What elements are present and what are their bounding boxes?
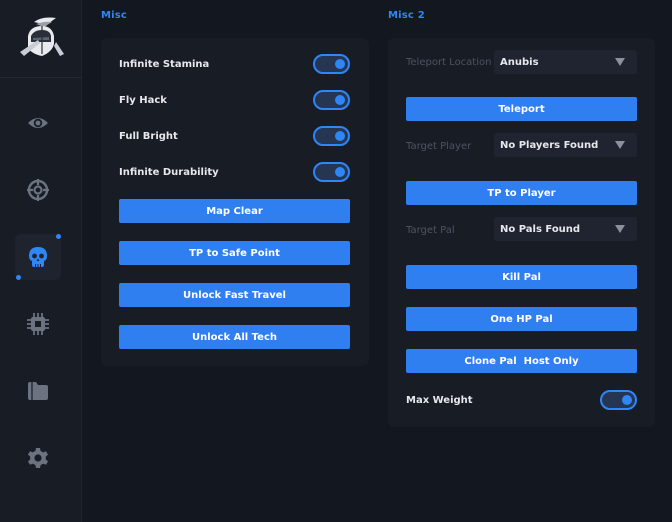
misc2-panel: Teleport Location Anubis Teleport Target…	[388, 38, 655, 427]
max-weight-label: Max Weight	[406, 395, 473, 406]
knight-logo-icon	[20, 17, 64, 56]
nav-misc[interactable]	[15, 234, 61, 280]
active-indicator-dot	[56, 234, 61, 239]
nav-aimbot[interactable]	[15, 167, 61, 213]
active-indicator-dot	[16, 275, 21, 280]
target-player-value: No Players Found	[500, 139, 599, 151]
full-bright-toggle[interactable]	[313, 126, 350, 146]
nav-visuals[interactable]	[15, 100, 61, 146]
teleport-location-value: Anubis	[500, 56, 539, 68]
folder-icon	[28, 382, 48, 400]
infinite-stamina-toggle[interactable]	[313, 54, 350, 74]
sidebar	[0, 0, 82, 522]
unlock-fast-travel-button[interactable]: Unlock Fast Travel	[119, 283, 350, 307]
gear-icon	[28, 448, 48, 468]
toggle-knob	[335, 95, 345, 105]
unlock-all-tech-button[interactable]: Unlock All Tech	[119, 325, 350, 349]
nav-settings[interactable]	[15, 435, 61, 481]
nav-exploits[interactable]	[15, 301, 61, 347]
tp-safe-point-button[interactable]: TP to Safe Point	[119, 241, 350, 265]
infinite-durability-label: Infinite Durability	[119, 167, 219, 178]
caret-down-icon	[615, 141, 625, 149]
infinite-stamina-label: Infinite Stamina	[119, 59, 210, 70]
nav-configs[interactable]	[15, 368, 61, 414]
misc-panel: Infinite Stamina Fly Hack Full Bright In…	[101, 38, 369, 366]
kill-pal-button[interactable]: Kill Pal	[406, 265, 637, 289]
toggle-knob	[622, 395, 632, 405]
clone-pal-button[interactable]: Clone Pal Host Only	[406, 349, 637, 373]
tp-to-player-button[interactable]: TP to Player	[406, 181, 637, 205]
target-player-select[interactable]: No Players Found	[494, 133, 637, 157]
target-pal-value: No Pals Found	[500, 223, 581, 235]
target-pal-select[interactable]: No Pals Found	[494, 217, 637, 241]
crosshair-icon	[27, 179, 49, 201]
skull-icon	[29, 247, 47, 267]
map-clear-button[interactable]: Map Clear	[119, 199, 350, 223]
infinite-durability-toggle[interactable]	[313, 162, 350, 182]
fly-hack-toggle[interactable]	[313, 90, 350, 110]
misc2-section-title: Misc 2	[388, 10, 425, 21]
teleport-location-select[interactable]: Anubis	[494, 50, 637, 74]
max-weight-toggle[interactable]	[600, 390, 637, 410]
toggle-knob	[335, 167, 345, 177]
teleport-button[interactable]: Teleport	[406, 97, 637, 121]
teleport-location-label: Teleport Location	[406, 57, 492, 68]
fly-hack-label: Fly Hack	[119, 95, 167, 106]
full-bright-label: Full Bright	[119, 131, 178, 142]
toggle-knob	[335, 59, 345, 69]
caret-down-icon	[615, 58, 625, 66]
caret-down-icon	[615, 225, 625, 233]
target-player-label: Target Player	[406, 141, 472, 152]
one-hp-pal-button[interactable]: One HP Pal	[406, 307, 637, 331]
chip-icon	[27, 313, 49, 335]
app-logo	[0, 0, 82, 78]
eye-icon	[28, 118, 48, 128]
toggle-knob	[335, 131, 345, 141]
misc-section-title: Misc	[101, 10, 128, 21]
target-pal-label: Target Pal	[406, 225, 455, 236]
